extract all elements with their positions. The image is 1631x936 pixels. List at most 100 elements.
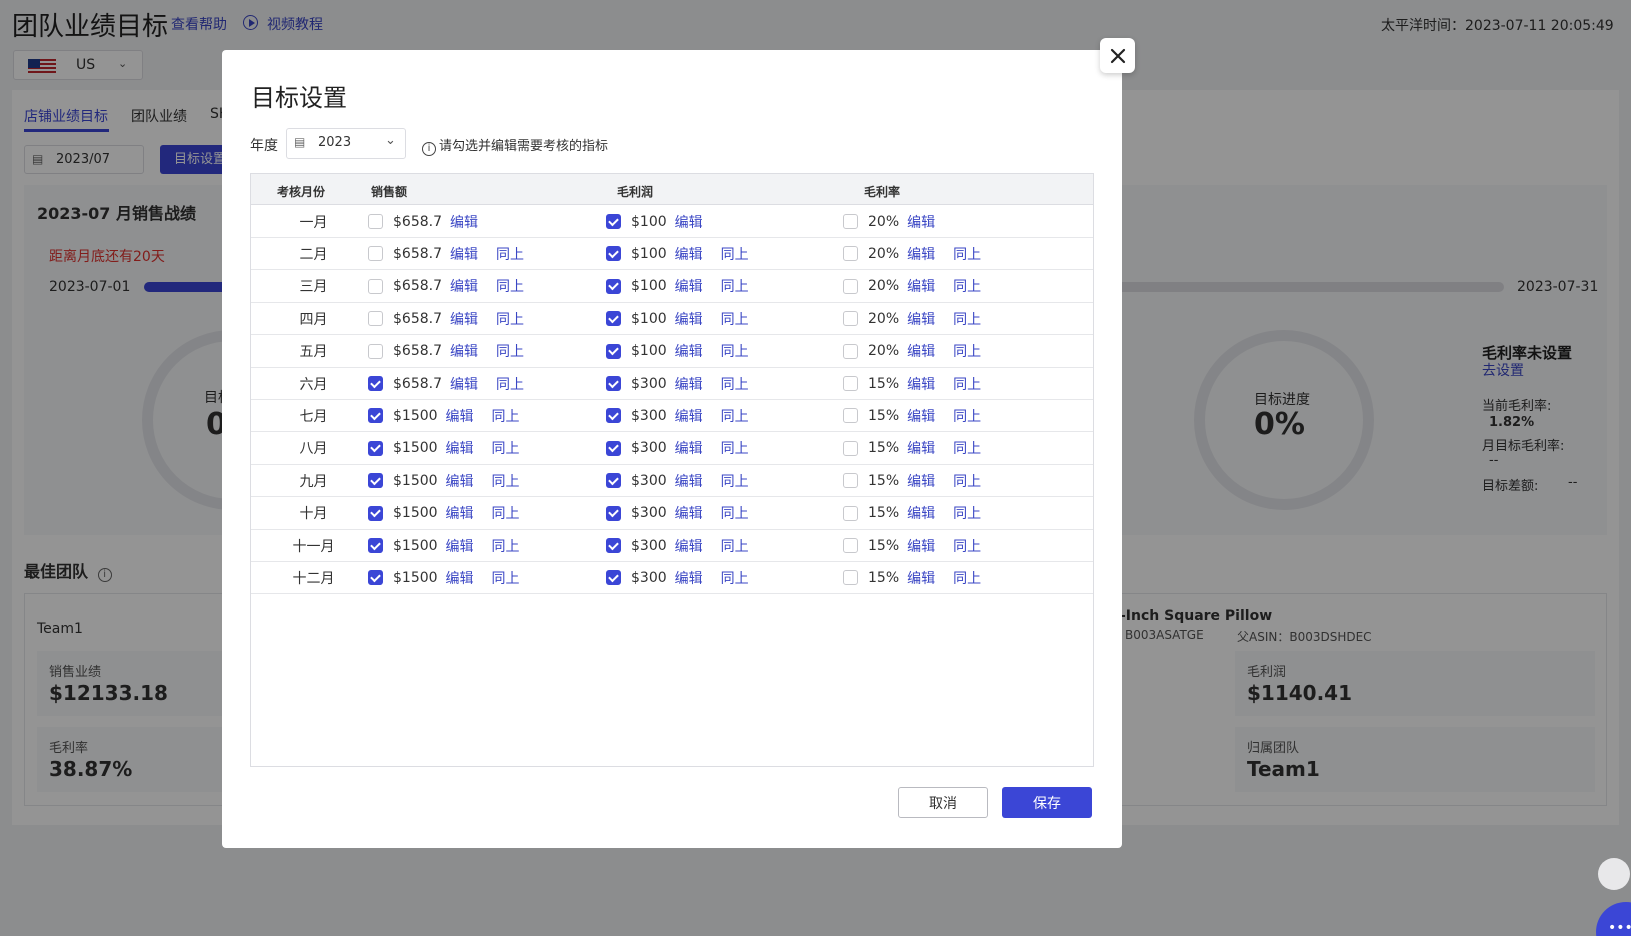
profit-checkbox[interactable] (606, 376, 621, 391)
profit-checkbox[interactable] (606, 473, 621, 489)
rate-same-as-above-link[interactable]: 同上 (953, 438, 981, 458)
profit-checkbox[interactable] (606, 343, 621, 359)
year-picker[interactable]: ▤ 2023 ⌄ (286, 128, 406, 159)
profit-checkbox[interactable] (606, 505, 621, 521)
sales-same-as-above-link[interactable]: 同上 (492, 471, 520, 491)
rate-checkbox[interactable] (843, 214, 858, 229)
profit-same-as-above-link[interactable]: 同上 (721, 503, 749, 523)
rate-same-as-above-link[interactable]: 同上 (953, 471, 981, 491)
profit-edit-link[interactable]: 编辑 (675, 309, 703, 329)
rate-same-as-above-link[interactable]: 同上 (953, 406, 981, 426)
rate-same-as-above-link[interactable]: 同上 (953, 244, 981, 264)
sales-edit-link[interactable]: 编辑 (446, 438, 474, 458)
profit-same-as-above-link[interactable]: 同上 (721, 406, 749, 426)
rate-edit-link[interactable]: 编辑 (907, 536, 935, 556)
rate-checkbox[interactable] (843, 343, 858, 359)
sales-same-as-above-link[interactable]: 同上 (492, 568, 520, 588)
profit-same-as-above-link[interactable]: 同上 (721, 374, 749, 394)
sales-checkbox[interactable] (368, 278, 383, 294)
sales-edit-link[interactable]: 编辑 (450, 212, 478, 232)
sales-checkbox[interactable] (368, 473, 383, 489)
rate-checkbox[interactable] (843, 473, 858, 489)
profit-same-as-above-link[interactable]: 同上 (721, 471, 749, 491)
profit-edit-link[interactable]: 编辑 (675, 471, 703, 491)
rate-edit-link[interactable]: 编辑 (907, 212, 935, 232)
rate-edit-link[interactable]: 编辑 (907, 276, 935, 296)
sales-edit-link[interactable]: 编辑 (446, 471, 474, 491)
profit-same-as-above-link[interactable]: 同上 (721, 341, 749, 361)
rate-edit-link[interactable]: 编辑 (907, 341, 935, 361)
sales-edit-link[interactable]: 编辑 (446, 536, 474, 556)
profit-checkbox[interactable] (606, 440, 621, 456)
save-button[interactable]: 保存 (1002, 787, 1092, 818)
rate-checkbox[interactable] (843, 570, 858, 586)
profit-same-as-above-link[interactable]: 同上 (721, 438, 749, 458)
headset-icon[interactable] (1598, 858, 1630, 890)
profit-same-as-above-link[interactable]: 同上 (721, 568, 749, 588)
rate-same-as-above-link[interactable]: 同上 (953, 568, 981, 588)
sales-edit-link[interactable]: 编辑 (446, 568, 474, 588)
sales-checkbox[interactable] (368, 538, 383, 553)
rate-checkbox[interactable] (843, 538, 858, 553)
sales-same-as-above-link[interactable]: 同上 (496, 341, 524, 361)
sales-edit-link[interactable]: 编辑 (446, 406, 474, 426)
profit-edit-link[interactable]: 编辑 (675, 276, 703, 296)
sales-checkbox[interactable] (368, 505, 383, 521)
profit-checkbox[interactable] (606, 311, 621, 327)
sales-checkbox[interactable] (368, 343, 383, 359)
profit-same-as-above-link[interactable]: 同上 (721, 536, 749, 556)
sales-same-as-above-link[interactable]: 同上 (492, 406, 520, 426)
sales-edit-link[interactable]: 编辑 (450, 276, 478, 296)
profit-edit-link[interactable]: 编辑 (675, 568, 703, 588)
profit-edit-link[interactable]: 编辑 (675, 244, 703, 264)
rate-same-as-above-link[interactable]: 同上 (953, 536, 981, 556)
profit-checkbox[interactable] (606, 570, 621, 586)
rate-edit-link[interactable]: 编辑 (907, 568, 935, 588)
rate-same-as-above-link[interactable]: 同上 (953, 374, 981, 394)
sales-same-as-above-link[interactable]: 同上 (496, 374, 524, 394)
rate-edit-link[interactable]: 编辑 (907, 406, 935, 426)
sales-same-as-above-link[interactable]: 同上 (496, 309, 524, 329)
rate-edit-link[interactable]: 编辑 (907, 471, 935, 491)
rate-same-as-above-link[interactable]: 同上 (953, 503, 981, 523)
sales-checkbox[interactable] (368, 440, 383, 456)
rate-edit-link[interactable]: 编辑 (907, 374, 935, 394)
profit-edit-link[interactable]: 编辑 (675, 212, 703, 232)
rate-edit-link[interactable]: 编辑 (907, 438, 935, 458)
close-modal-button[interactable] (1100, 38, 1135, 73)
rate-checkbox[interactable] (843, 376, 858, 391)
profit-checkbox[interactable] (606, 214, 621, 229)
rate-edit-link[interactable]: 编辑 (907, 503, 935, 523)
profit-checkbox[interactable] (606, 246, 621, 262)
sales-checkbox[interactable] (368, 408, 383, 424)
profit-edit-link[interactable]: 编辑 (675, 374, 703, 394)
sales-edit-link[interactable]: 编辑 (450, 341, 478, 361)
rate-checkbox[interactable] (843, 278, 858, 294)
rate-checkbox[interactable] (843, 408, 858, 424)
sales-edit-link[interactable]: 编辑 (450, 374, 478, 394)
rate-edit-link[interactable]: 编辑 (907, 244, 935, 264)
profit-edit-link[interactable]: 编辑 (675, 341, 703, 361)
profit-edit-link[interactable]: 编辑 (675, 503, 703, 523)
sales-checkbox[interactable] (368, 570, 383, 586)
sales-checkbox[interactable] (368, 376, 383, 391)
profit-same-as-above-link[interactable]: 同上 (721, 276, 749, 296)
profit-edit-link[interactable]: 编辑 (675, 536, 703, 556)
rate-same-as-above-link[interactable]: 同上 (953, 309, 981, 329)
sales-same-as-above-link[interactable]: 同上 (496, 276, 524, 296)
sales-same-as-above-link[interactable]: 同上 (496, 244, 524, 264)
profit-same-as-above-link[interactable]: 同上 (721, 309, 749, 329)
sales-same-as-above-link[interactable]: 同上 (492, 503, 520, 523)
sales-checkbox[interactable] (368, 311, 383, 327)
sales-same-as-above-link[interactable]: 同上 (492, 438, 520, 458)
sales-edit-link[interactable]: 编辑 (450, 244, 478, 264)
profit-checkbox[interactable] (606, 408, 621, 424)
profit-checkbox[interactable] (606, 278, 621, 294)
rate-checkbox[interactable] (843, 505, 858, 521)
rate-edit-link[interactable]: 编辑 (907, 309, 935, 329)
sales-checkbox[interactable] (368, 246, 383, 262)
profit-edit-link[interactable]: 编辑 (675, 438, 703, 458)
profit-edit-link[interactable]: 编辑 (675, 406, 703, 426)
rate-same-as-above-link[interactable]: 同上 (953, 276, 981, 296)
sales-edit-link[interactable]: 编辑 (450, 309, 478, 329)
